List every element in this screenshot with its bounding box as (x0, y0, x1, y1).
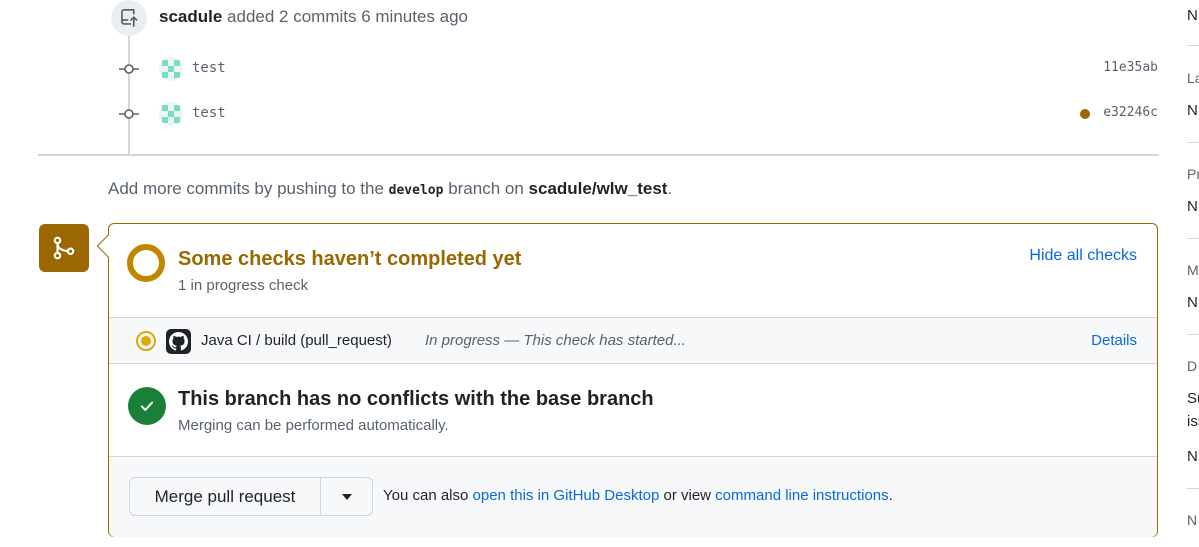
commit-sha[interactable]: e32246c (1103, 105, 1158, 120)
sidebar-divider (1187, 45, 1199, 46)
commit-message[interactable]: test (192, 60, 226, 76)
merge-button-group: Merge pull request (129, 477, 373, 516)
sidebar-value: N (1187, 294, 1198, 311)
event-description: added 2 commits 6 minutes ago (227, 7, 469, 26)
command-line-instructions-link[interactable]: command line instructions (715, 487, 888, 504)
commit-row: test e32246c (0, 99, 1160, 129)
push-hint-prefix: Add more commits by pushing to the (108, 179, 384, 198)
commit-message[interactable]: test (192, 105, 226, 121)
sidebar-divider (1187, 334, 1199, 335)
merge-info-middle: or view (663, 487, 711, 504)
commit-icon (119, 64, 139, 74)
check-item: Java CI / build (pull_request) In progre… (109, 317, 1157, 364)
sidebar-divider (1187, 142, 1199, 143)
sidebar-value: N (1187, 102, 1198, 119)
pending-status-dot[interactable] (1080, 109, 1090, 119)
timeline-event: scadule added 2 commits 6 minutes ago (159, 7, 468, 27)
merge-actions: Merge pull request You can also open thi… (109, 457, 1157, 537)
open-in-desktop-link[interactable]: open this in GitHub Desktop (473, 487, 660, 504)
push-hint-suffix: . (667, 179, 673, 198)
in-progress-icon (136, 331, 156, 351)
sidebar-value: iss (1187, 413, 1199, 430)
check-circle-icon (128, 387, 166, 425)
checks-subtitle: 1 in progress check (178, 277, 309, 294)
push-hint-middle: branch on (448, 179, 524, 198)
sidebar-divider (1187, 238, 1199, 239)
merge-method-dropdown[interactable] (321, 478, 372, 515)
sidebar-divider (1187, 488, 1199, 489)
merge-pull-request-button[interactable]: Merge pull request (130, 478, 321, 515)
sidebar-value: N (1187, 448, 1198, 465)
check-name: Java CI / build (pull_request) (201, 332, 392, 349)
sidebar-value: N (1187, 198, 1198, 215)
avatar[interactable] (159, 57, 183, 81)
commit-icon (119, 109, 139, 119)
caret-down-icon (341, 493, 352, 500)
checks-title: Some checks haven’t completed yet (178, 248, 522, 270)
github-logo-icon (166, 329, 191, 354)
conflicts-section: This branch has no conflicts with the ba… (109, 364, 1157, 457)
timeline-divider (38, 154, 1159, 156)
git-merge-icon (39, 224, 89, 272)
conflicts-subtitle: Merging can be performed automatically. (178, 417, 449, 434)
merge-info-prefix: You can also (383, 487, 469, 504)
merge-info-suffix: . (888, 487, 893, 504)
repo-push-icon (111, 0, 147, 36)
check-details-link[interactable]: Details (1091, 332, 1137, 349)
sidebar-value: N (1187, 7, 1198, 24)
check-description: In progress — This check has started... (425, 332, 686, 349)
repo-name[interactable]: scadule/wlw_test (529, 179, 668, 198)
branch-name: develop (388, 183, 444, 198)
checks-summary: Some checks haven’t completed yet 1 in p… (109, 224, 1157, 317)
push-hint: Add more commits by pushing to the devel… (108, 179, 672, 199)
timeline-line (128, 30, 130, 154)
hide-all-checks-button[interactable]: Hide all checks (1029, 247, 1137, 265)
commit-sha[interactable]: 11e35ab (1103, 60, 1158, 75)
avatar[interactable] (159, 102, 183, 126)
pending-status-icon (127, 244, 165, 282)
sidebar-heading[interactable]: Pr (1187, 166, 1199, 182)
sidebar-heading[interactable]: N (1187, 512, 1197, 528)
sidebar-heading[interactable]: La (1187, 70, 1199, 86)
event-actor[interactable]: scadule (159, 7, 222, 26)
merge-box: Some checks haven’t completed yet 1 in p… (108, 223, 1158, 537)
sidebar-heading[interactable]: D (1187, 358, 1197, 374)
merge-info: You can also open this in GitHub Desktop… (383, 487, 893, 504)
sidebar-heading[interactable]: M (1187, 262, 1199, 278)
commit-row: test 11e35ab (0, 54, 1160, 84)
sidebar-value: Su (1187, 390, 1199, 407)
conflicts-title: This branch has no conflicts with the ba… (178, 388, 654, 410)
right-sidebar: N La N Pr N M N D Su iss N N (1185, 0, 1199, 547)
